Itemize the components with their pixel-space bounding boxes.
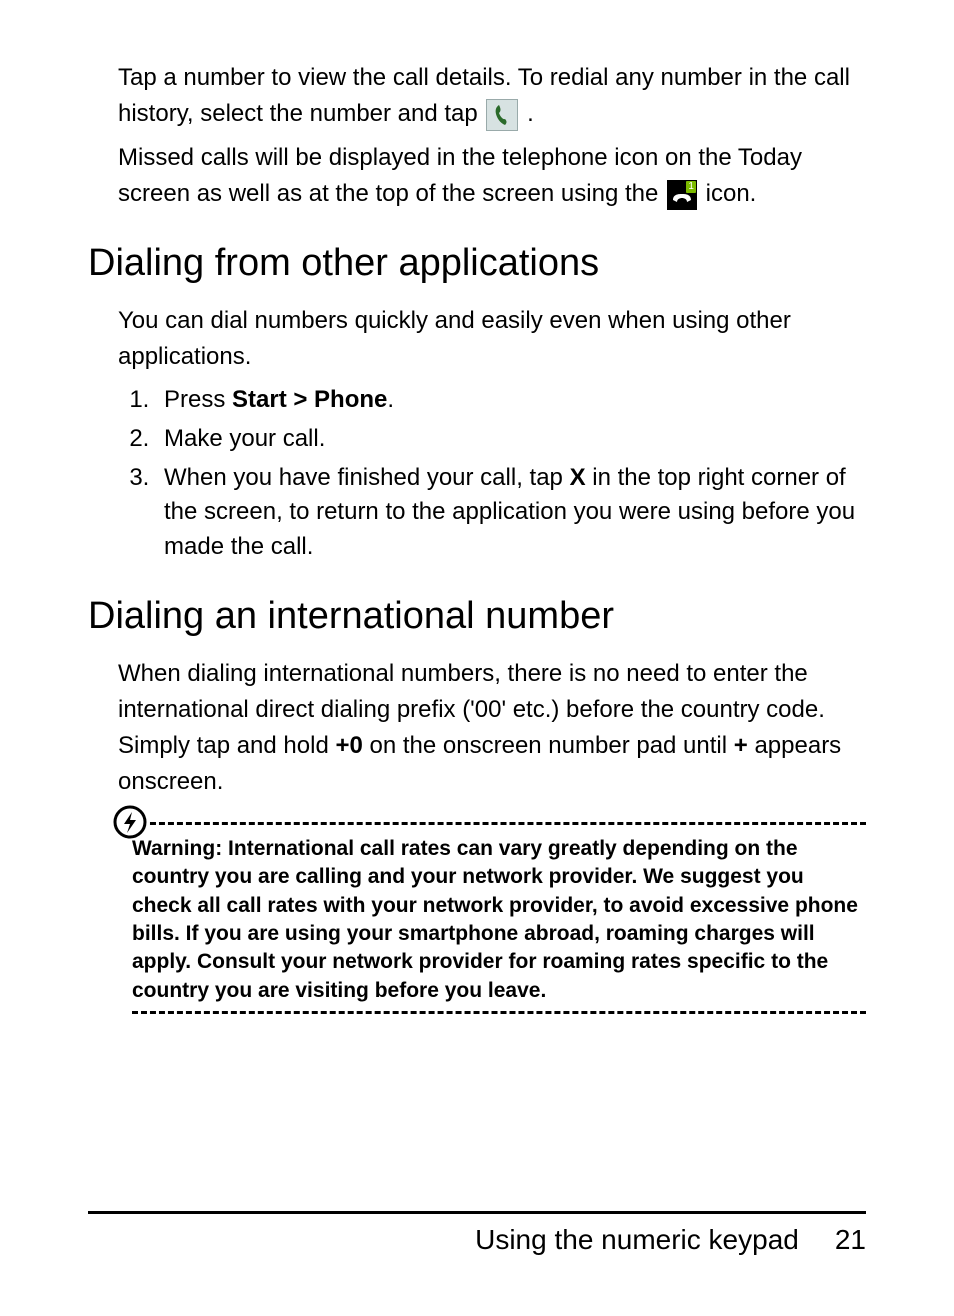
step3-a: When you have finished your call, tap <box>164 464 570 491</box>
footer-rule <box>88 1211 866 1214</box>
intro-block: Tap a number to view the call details. T… <box>118 60 866 212</box>
step-1: Press Start > Phone. <box>156 383 866 418</box>
intro-text-1b: . <box>527 100 534 127</box>
step-3: When you have finished your call, tap X … <box>156 461 866 565</box>
intro-text-2b: icon. <box>706 180 757 207</box>
intro-text-2a: Missed calls will be displayed in the te… <box>118 144 802 207</box>
document-page: Tap a number to view the call details. T… <box>0 0 954 1316</box>
call-icon <box>486 99 518 131</box>
intro-paragraph-2: Missed calls will be displayed in the te… <box>118 140 866 212</box>
footer-page-number: 21 <box>835 1224 866 1256</box>
step-2: Make your call. <box>156 422 866 457</box>
missed-count-badge: 1 <box>686 181 696 193</box>
step1-c: . <box>387 386 394 413</box>
step3-b: X <box>570 464 586 491</box>
sec2-d: + <box>734 732 748 759</box>
footer-section-title: Using the numeric keypad <box>475 1224 799 1256</box>
sec2-c: on the onscreen number pad until <box>363 732 734 759</box>
step1-a: Press <box>164 386 232 413</box>
page-footer: Using the numeric keypad 21 <box>88 1211 866 1256</box>
missed-call-icon: 1 <box>667 180 697 210</box>
steps-list: Press Start > Phone. Make your call. Whe… <box>118 383 866 565</box>
warning-divider-bottom <box>132 1011 866 1014</box>
lightning-icon <box>112 804 148 840</box>
intro-paragraph-1: Tap a number to view the call details. T… <box>118 60 866 132</box>
warning-callout: Warning: International call rates can va… <box>88 822 866 1014</box>
step1-b: Start > Phone <box>232 386 387 413</box>
intro-text-1a: Tap a number to view the call details. T… <box>118 64 850 127</box>
sec2-b: +0 <box>335 732 362 759</box>
warning-text: Warning: International call rates can va… <box>132 835 866 1005</box>
section1-lead: You can dial numbers quickly and easily … <box>118 303 866 375</box>
heading-international: Dialing an international number <box>88 595 866 638</box>
warning-divider-top <box>132 822 866 825</box>
section2-paragraph: When dialing international numbers, ther… <box>118 656 866 800</box>
heading-dialing-other-apps: Dialing from other applications <box>88 242 866 285</box>
